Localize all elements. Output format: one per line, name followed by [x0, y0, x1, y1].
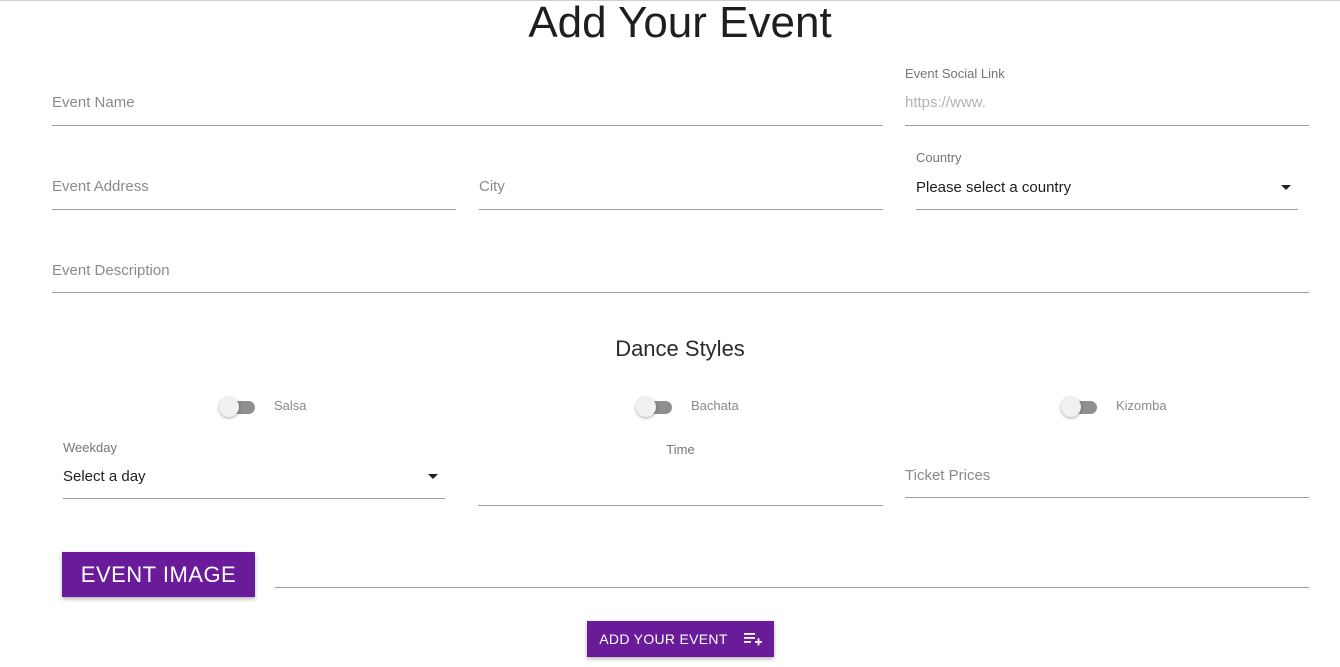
city-placeholder: City [479, 178, 505, 195]
bachata-label: Bachata [691, 398, 739, 413]
chevron-down-icon [1281, 185, 1291, 190]
add-event-submit-button[interactable]: ADD YOUR EVENT [587, 621, 774, 657]
city-field[interactable]: City [479, 164, 883, 210]
event-address-field[interactable]: Event Address [52, 164, 456, 210]
kizomba-toggle-knob [1061, 397, 1081, 417]
file-path-field[interactable] [275, 560, 1309, 588]
country-underline [916, 209, 1298, 210]
event-name-placeholder: Event Name [52, 94, 135, 111]
social-link-underline [905, 125, 1309, 126]
city-underline [479, 209, 883, 210]
ticket-prices-placeholder: Ticket Prices [905, 467, 991, 484]
country-label: Country [916, 150, 962, 165]
event-address-placeholder: Event Address [52, 178, 149, 195]
ticket-prices-underline [905, 497, 1309, 498]
weekday-select[interactable]: Weekday Select a day [63, 440, 445, 499]
social-link-placeholder: https://www. [905, 94, 986, 111]
time-label: Time [666, 442, 695, 457]
weekday-underline [63, 498, 445, 499]
event-address-underline [52, 209, 456, 210]
salsa-label: Salsa [274, 398, 307, 413]
event-image-button[interactable]: EVENT IMAGE [62, 552, 255, 597]
weekday-label: Weekday [63, 440, 117, 455]
add-event-page: Add Your Event Event Name Event Social L… [0, 0, 1340, 667]
kizomba-toggle[interactable] [1061, 397, 1099, 417]
event-description-underline [52, 292, 1309, 293]
ticket-prices-field[interactable]: Ticket Prices [905, 453, 1309, 498]
bachata-toggle[interactable] [636, 397, 674, 417]
salsa-toggle-knob [219, 397, 239, 417]
weekday-selected-value: Select a day [63, 468, 146, 485]
event-name-underline [52, 125, 883, 126]
page-title: Add Your Event [528, 0, 832, 47]
time-field[interactable]: Time [478, 442, 883, 506]
event-name-field[interactable]: Event Name [52, 80, 883, 126]
social-link-label: Event Social Link [905, 66, 1005, 81]
social-link-field[interactable]: Event Social Link https://www. [905, 66, 1309, 126]
event-description-field[interactable]: Event Description [52, 248, 1309, 294]
chevron-down-icon [428, 474, 438, 479]
playlist-add-icon [743, 632, 762, 646]
bachata-toggle-knob [636, 397, 656, 417]
country-selected-value: Please select a country [916, 179, 1072, 196]
kizomba-label: Kizomba [1116, 398, 1167, 413]
dance-styles-heading: Dance Styles [615, 336, 745, 361]
event-description-placeholder: Event Description [52, 262, 170, 279]
salsa-toggle[interactable] [219, 397, 257, 417]
file-path-underline [275, 587, 1309, 588]
country-select[interactable]: Country Please select a country [916, 150, 1298, 210]
submit-button-label: ADD YOUR EVENT [599, 631, 728, 647]
time-underline [478, 505, 883, 506]
